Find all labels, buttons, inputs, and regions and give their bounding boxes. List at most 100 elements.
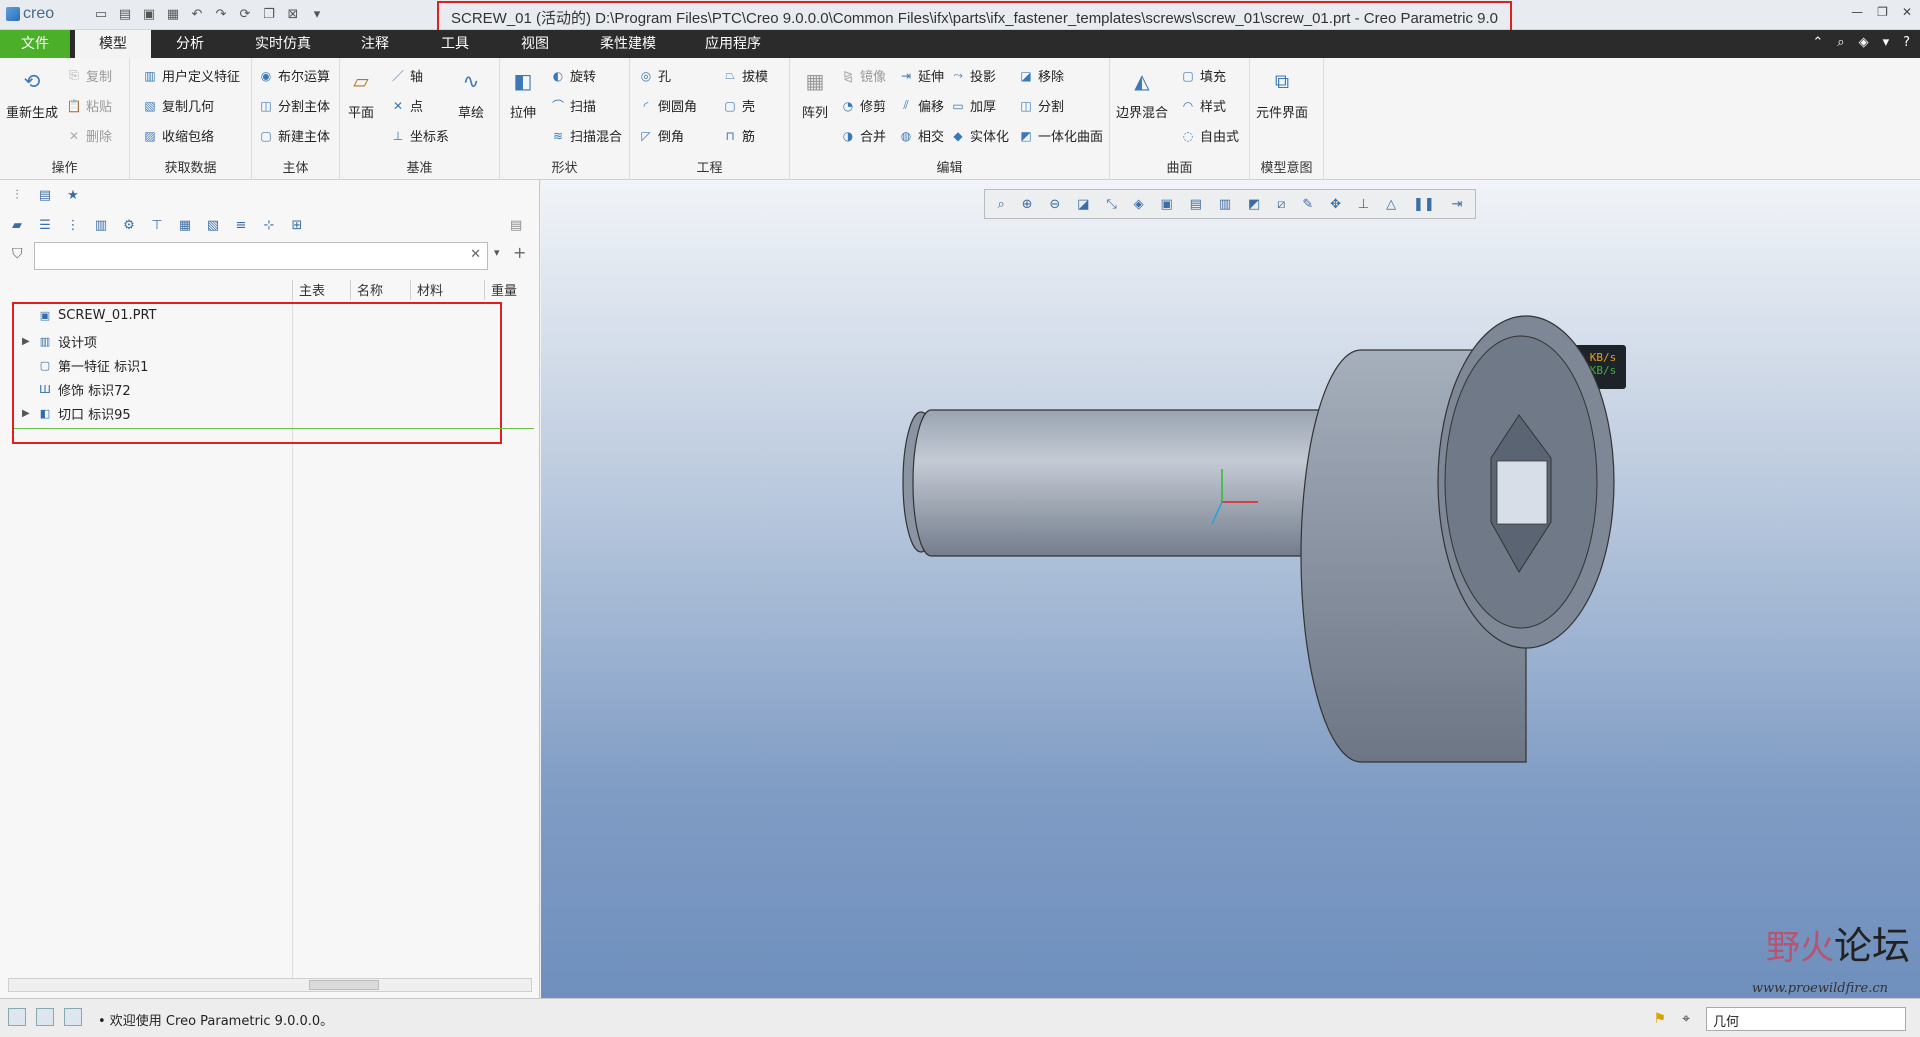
- intersect-button[interactable]: ◍ 相交: [898, 126, 944, 146]
- search-icon[interactable]: ⌕: [1837, 35, 1844, 50]
- find-icon[interactable]: ⌖: [1682, 1011, 1690, 1027]
- layers-icon[interactable]: ▰: [8, 216, 26, 234]
- split-button[interactable]: ◫ 分割: [1018, 96, 1064, 116]
- toggle-navigator-icon[interactable]: [8, 1008, 26, 1026]
- restore-icon[interactable]: ❐: [1877, 5, 1888, 19]
- quilt-button[interactable]: ◩ 一体化曲面: [1018, 126, 1103, 146]
- tree-settings-icon[interactable]: ⚙: [120, 216, 138, 234]
- sweep-button[interactable]: ⌒ 扫描: [550, 96, 596, 115]
- tree-detail-icon[interactable]: ▧: [204, 216, 222, 234]
- help-icon[interactable]: ?: [1903, 35, 1910, 50]
- merge-button[interactable]: ◑ 合并: [840, 126, 886, 146]
- tree-search-input[interactable]: ✕: [34, 242, 488, 270]
- csys-button[interactable]: ⊥ 坐标系: [390, 126, 449, 146]
- remove-button[interactable]: ◪ 移除: [1018, 66, 1064, 86]
- tree-item-first-feature[interactable]: ▢ 第一特征 标识1: [22, 356, 149, 375]
- redo-icon[interactable]: ↷: [212, 5, 230, 23]
- tab-view[interactable]: 视图: [505, 30, 565, 58]
- model-tree-tab-icon[interactable]: ⫶: [8, 186, 26, 204]
- round-button[interactable]: ◜ 倒圆角: [638, 96, 697, 116]
- qat-dropdown-icon[interactable]: ▾: [308, 5, 326, 23]
- rib-button[interactable]: ⊓ 筋: [722, 126, 755, 146]
- tab-live-simulation[interactable]: 实时仿真: [240, 30, 326, 58]
- tab-annotate[interactable]: 注释: [345, 30, 405, 58]
- more-icon[interactable]: ▾: [1883, 35, 1890, 50]
- tree-item-design-items[interactable]: ▶ ▥ 设计项: [22, 332, 97, 351]
- expand-icon[interactable]: ▶: [22, 336, 32, 347]
- screw-model[interactable]: [541, 180, 1920, 998]
- tab-model[interactable]: 模型: [75, 30, 151, 58]
- tree-options-icon[interactable]: ▤: [510, 218, 522, 233]
- search-dropdown-icon[interactable]: ▾: [494, 246, 500, 259]
- favorites-tab-icon[interactable]: ★: [64, 186, 82, 204]
- extrude-button[interactable]: ◧ 拉伸: [506, 64, 540, 121]
- tree-filter-icon[interactable]: ⊤: [148, 216, 166, 234]
- draft-button[interactable]: ⏢ 拔模: [722, 66, 768, 85]
- tree-item-cut[interactable]: ▶ ◧ 切口 标识95: [22, 404, 131, 423]
- tree-list-icon[interactable]: ☰: [36, 216, 54, 234]
- tab-file[interactable]: 文件: [0, 30, 70, 58]
- offset-button[interactable]: ⫽ 偏移: [898, 96, 944, 115]
- hole-button[interactable]: ◎ 孔: [638, 66, 671, 86]
- axis-button[interactable]: ／轴: [390, 66, 423, 85]
- copy-button[interactable]: ⎘ 复制: [66, 66, 112, 85]
- component-interface-button[interactable]: ⧉ 元件界面: [1256, 64, 1308, 121]
- plane-button[interactable]: ▱ 平面: [344, 64, 378, 121]
- paste-button[interactable]: 📋 粘贴: [66, 96, 113, 116]
- trim-button[interactable]: ◔ 修剪: [840, 96, 886, 116]
- column-weight[interactable]: 重量: [484, 280, 544, 300]
- tree-item-cosmetic[interactable]: Ш 修饰 标识72: [22, 380, 131, 399]
- graphics-viewport[interactable]: ⌕ ⊕ ⊖ ◪ ⤡ ◈ ▣ ▤ ▥ ◩ ⧄ ✎ ✥ ⊥ △ ❚❚ ⇥ ↑ 0.4…: [541, 180, 1920, 998]
- split-body-button[interactable]: ◫ 分割主体: [258, 96, 330, 116]
- freestyle-button[interactable]: ◌ 自由式: [1180, 126, 1239, 146]
- tree-table-icon[interactable]: ▥: [92, 216, 110, 234]
- column-master[interactable]: 主表: [292, 280, 350, 300]
- close-icon[interactable]: ✕: [1902, 5, 1912, 19]
- folder-browser-tab-icon[interactable]: ▤: [36, 186, 54, 204]
- new-file-icon[interactable]: ▭: [92, 5, 110, 23]
- community-icon[interactable]: ◈: [1859, 35, 1869, 50]
- copy-geometry-button[interactable]: ▧ 复制几何: [142, 96, 214, 116]
- funnel-filter-icon[interactable]: ⛉: [12, 246, 23, 262]
- delete-button[interactable]: ✕ 删除: [66, 126, 112, 146]
- shrinkwrap-button[interactable]: ▨ 收缩包络: [142, 126, 214, 146]
- horizontal-scrollbar[interactable]: [8, 978, 532, 992]
- mirror-button[interactable]: ⧎ 镜像: [840, 66, 886, 86]
- open-folder-icon[interactable]: ▤: [116, 5, 134, 23]
- shell-button[interactable]: ▢ 壳: [722, 96, 755, 116]
- tab-applications[interactable]: 应用程序: [690, 30, 776, 58]
- tab-analysis[interactable]: 分析: [160, 30, 220, 58]
- project-button[interactable]: ⤳ 投影: [950, 66, 996, 85]
- pattern-button[interactable]: ▦ 阵列: [798, 64, 832, 121]
- regenerate-small-icon[interactable]: ⟳: [236, 5, 254, 23]
- thicken-button[interactable]: ▭ 加厚: [950, 96, 996, 116]
- tree-display-icon[interactable]: ▦: [176, 216, 194, 234]
- swept-blend-button[interactable]: ≋ 扫描混合: [550, 126, 622, 146]
- extend-button[interactable]: ⇥ 延伸: [898, 66, 944, 86]
- tree-columns-icon[interactable]: ⋮: [64, 216, 82, 234]
- revolve-button[interactable]: ◐ 旋转: [550, 66, 596, 86]
- save-copy-icon[interactable]: ▦: [164, 5, 182, 23]
- minimize-icon[interactable]: —: [1851, 5, 1863, 19]
- tab-tools[interactable]: 工具: [425, 30, 485, 58]
- column-name[interactable]: 名称: [350, 280, 410, 300]
- chamfer-button[interactable]: ◸ 倒角: [638, 126, 684, 146]
- toggle-browser-icon[interactable]: [36, 1008, 54, 1026]
- flag-icon[interactable]: ⚑: [1654, 1011, 1667, 1027]
- style-button[interactable]: ◠ 样式: [1180, 96, 1226, 116]
- tree-item-root[interactable]: ▣ SCREW_01.PRT: [22, 308, 157, 323]
- close-window-icon[interactable]: ⊠: [284, 5, 302, 23]
- boundary-blend-button[interactable]: ◭ 边界混合: [1116, 64, 1168, 121]
- point-button[interactable]: ✕ 点: [390, 96, 423, 116]
- windows-icon[interactable]: ❐: [260, 5, 278, 23]
- add-icon[interactable]: +: [513, 243, 526, 262]
- full-screen-icon[interactable]: [64, 1008, 82, 1026]
- sketch-button[interactable]: ∿ 草绘: [454, 64, 488, 121]
- tree-structure-icon[interactable]: ⊞: [288, 216, 306, 234]
- solidify-button[interactable]: ◆ 实体化: [950, 126, 1009, 146]
- new-body-button[interactable]: ▢ 新建主体: [258, 126, 330, 146]
- scrollbar-thumb[interactable]: [309, 980, 379, 990]
- collapse-ribbon-icon[interactable]: ⌃: [1812, 35, 1823, 50]
- clear-search-icon[interactable]: ✕: [470, 247, 481, 262]
- udf-button[interactable]: ▥ 用户定义特征: [142, 66, 240, 86]
